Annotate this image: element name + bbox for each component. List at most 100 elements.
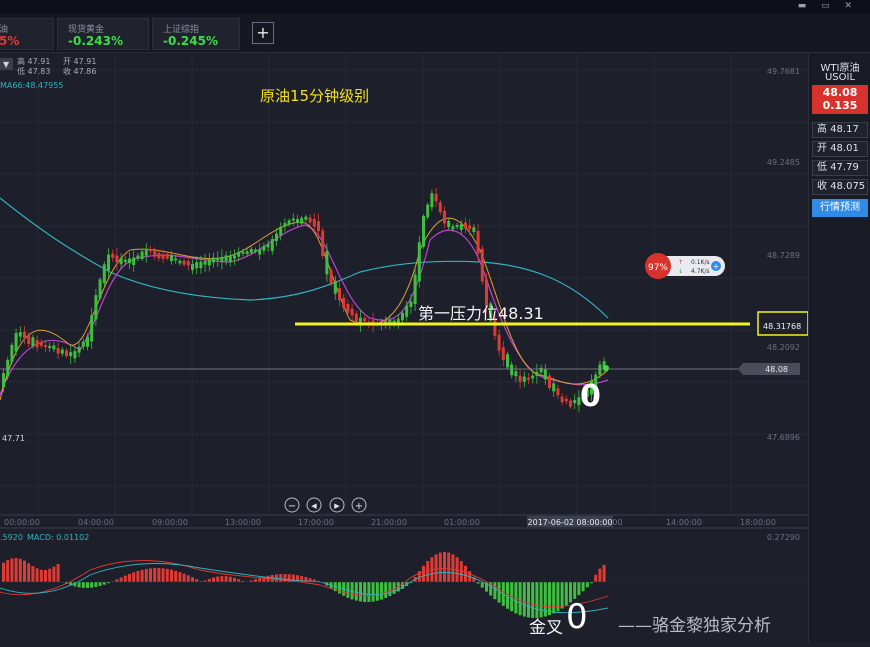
side-change: 0.135 xyxy=(812,99,868,112)
macd-bar xyxy=(535,582,538,618)
candle-body xyxy=(435,194,438,201)
macd-bar xyxy=(27,563,30,582)
side-high: 高 48.17 xyxy=(812,122,868,138)
macd-bar xyxy=(128,574,131,582)
candle-body xyxy=(321,231,324,256)
ohlc-open: 开 47.91 xyxy=(63,57,96,66)
candle-body xyxy=(485,279,488,307)
macd-bar xyxy=(233,578,236,582)
candle-body xyxy=(464,223,467,229)
candle-body xyxy=(556,388,559,395)
macd-bar xyxy=(178,572,181,582)
candle-body xyxy=(262,246,265,251)
plus-icon: + xyxy=(713,262,720,271)
macd-left-value: .5920 xyxy=(0,533,23,542)
macd-bar xyxy=(258,578,261,582)
tab-spot-gold[interactable]: 现货黄金 -0.243% xyxy=(57,18,149,50)
candle-body xyxy=(401,313,404,320)
candlestick-chart[interactable]: 49.7681 49.2485 48.7289 48.2092 47.6896 … xyxy=(0,53,808,643)
candle-body xyxy=(191,264,194,270)
y-tick: 48.7289 xyxy=(767,251,800,260)
candle-body xyxy=(183,261,186,265)
macd-bar xyxy=(237,579,240,582)
candle-body xyxy=(447,221,450,227)
macd-bar xyxy=(103,582,106,585)
tab-crude-oil[interactable]: 油 5% xyxy=(0,18,54,50)
predict-button[interactable]: 行情预测 xyxy=(812,199,868,217)
minus-icon: − xyxy=(288,501,296,512)
macd-bar xyxy=(82,582,85,588)
macd-bar xyxy=(145,569,148,582)
resistance-label: 第一压力位48.31 xyxy=(418,304,544,323)
macd-bar xyxy=(40,570,43,582)
tab-change: -0.245% xyxy=(163,34,218,48)
candle-body xyxy=(220,257,223,262)
candle-body xyxy=(451,226,454,229)
plus-icon: + xyxy=(355,501,363,512)
candle-body xyxy=(313,219,316,227)
speed-widget[interactable]: 97% ↑ 0.1K/s ↓ 4.7K/s + xyxy=(645,253,725,279)
circle-mark-macd: 0 xyxy=(566,597,588,637)
candle-body xyxy=(531,376,534,379)
candle-body xyxy=(405,305,408,316)
macd-top-tick: 0.27290 xyxy=(767,533,800,542)
golden-cross-label: 金叉 xyxy=(529,618,563,638)
candle-body xyxy=(90,315,93,341)
macd-bar xyxy=(220,576,223,582)
macd-bar xyxy=(426,561,429,582)
candle-body xyxy=(477,231,480,254)
candle-body xyxy=(120,258,123,264)
candle-body xyxy=(52,345,55,349)
candle-body xyxy=(552,383,555,391)
candle-body xyxy=(94,295,97,319)
rewind-icon: ◀ xyxy=(311,502,317,510)
ohlc-close: 收 47.86 xyxy=(63,66,96,76)
candle-body xyxy=(460,224,463,230)
macd-bar xyxy=(90,582,93,588)
side-open: 开 48.01 xyxy=(812,141,868,157)
macd-bar xyxy=(296,575,299,582)
macd-bar xyxy=(582,582,585,591)
candle-body xyxy=(342,298,345,308)
candle-body xyxy=(561,397,564,403)
tab-change: 5% xyxy=(0,34,19,48)
chevron-down-icon: ▼ xyxy=(3,60,10,69)
candle-body xyxy=(443,211,446,223)
candle-body xyxy=(40,342,43,346)
watermark: ——骆金黎独家分析 xyxy=(618,616,771,636)
candle-body xyxy=(519,376,522,382)
candle-body xyxy=(23,332,26,339)
candle-body xyxy=(430,193,433,207)
y-tick: 47.6896 xyxy=(767,433,800,442)
tab-shanghai-index[interactable]: 上证综指 -0.245% xyxy=(152,18,240,50)
macd-bar xyxy=(451,554,454,582)
candle-body xyxy=(212,258,215,263)
ma-label: MA66:48.47955 xyxy=(0,81,63,90)
candle-body xyxy=(288,220,291,224)
window-controls[interactable]: ▬ ▭ ✕ xyxy=(798,1,858,11)
add-tab-button[interactable]: + xyxy=(252,22,274,44)
macd-bar xyxy=(540,582,543,617)
upload-arrow-icon: ↑ xyxy=(678,259,683,266)
macd-bar xyxy=(166,569,169,582)
candle-body xyxy=(523,377,526,382)
macd-bar xyxy=(132,572,135,582)
candle-body xyxy=(195,262,198,268)
candle-body xyxy=(157,253,160,258)
macd-bar xyxy=(174,571,177,582)
ohlc-low: 低 47.83 xyxy=(17,66,50,76)
candle-body xyxy=(565,399,568,402)
candle-body xyxy=(506,354,509,367)
macd-bar xyxy=(191,577,194,582)
macd-bar xyxy=(187,575,190,582)
circle-mark-price: 0 xyxy=(580,379,601,414)
macd-bar xyxy=(141,570,144,582)
macd-bar xyxy=(120,577,123,582)
candle-body xyxy=(82,342,85,347)
candle-body xyxy=(2,373,5,387)
candle-body xyxy=(481,249,484,282)
candle-body xyxy=(267,244,270,247)
chart-svg[interactable]: 49.7681 49.2485 48.7289 48.2092 47.6896 … xyxy=(0,53,808,643)
macd-bar xyxy=(388,582,391,596)
candle-body xyxy=(233,255,236,258)
